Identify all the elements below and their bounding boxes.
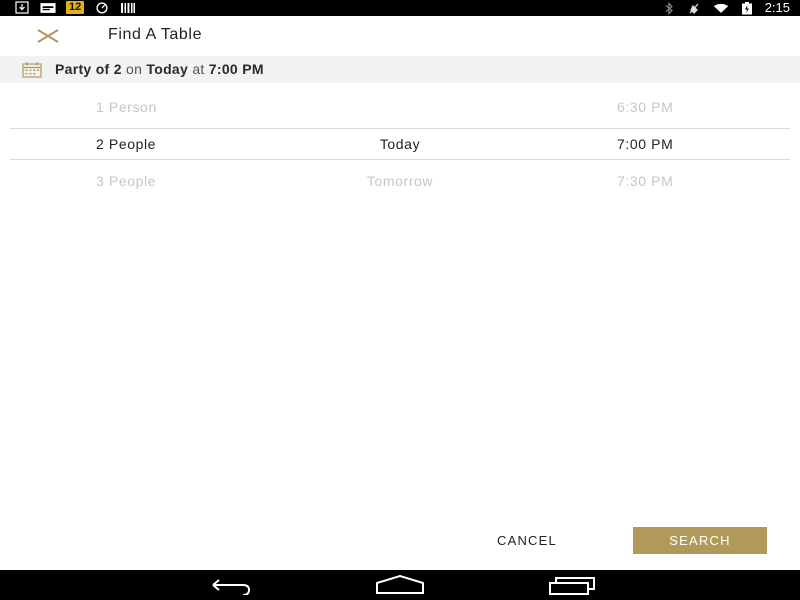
summary-on: on <box>126 61 143 77</box>
system-nav-bar <box>0 570 800 600</box>
status-bar-system: 2:15 <box>661 1 790 15</box>
close-button[interactable] <box>36 26 60 46</box>
summary-party: Party of 2 <box>55 61 122 77</box>
picker-people[interactable]: 1 Person <box>96 99 157 115</box>
summary-text: Party of 2 on Today at 7:00 PM <box>55 61 264 77</box>
picker-day[interactable]: Today <box>0 136 800 152</box>
picker-row[interactable]: 3 People Tomorrow 7:30 PM <box>0 162 800 199</box>
picker-day[interactable]: Tomorrow <box>0 173 800 189</box>
speedometer-icon <box>94 1 110 14</box>
picker-row-selected[interactable]: 2 People Today 7:00 PM <box>0 125 800 162</box>
card-icon <box>40 1 56 14</box>
recents-icon <box>548 577 598 599</box>
vibrate-icon <box>687 2 703 15</box>
nav-back-button[interactable] <box>205 575 255 596</box>
reservation-summary: Party of 2 on Today at 7:00 PM <box>0 56 800 83</box>
picker-time[interactable]: 7:00 PM <box>617 136 673 152</box>
calendar-icon <box>22 62 42 78</box>
nav-home-button[interactable] <box>375 574 425 595</box>
picker-time[interactable]: 6:30 PM <box>617 99 673 115</box>
selection-divider-bottom <box>10 159 790 160</box>
bluetooth-icon <box>661 1 677 15</box>
search-button[interactable]: SEARCH <box>633 527 767 554</box>
summary-day: Today <box>146 61 189 77</box>
notification-badge: 12 <box>66 1 85 14</box>
app-header: Find A Table <box>0 16 800 56</box>
status-bar-notifications: 12 <box>14 1 136 14</box>
barcode-icon <box>120 1 136 14</box>
page-title: Find A Table <box>108 26 203 43</box>
download-icon <box>14 1 30 14</box>
nav-recents-button[interactable] <box>548 575 598 595</box>
battery-icon <box>739 1 755 15</box>
close-icon <box>36 29 60 50</box>
status-bar: 12 2:15 <box>0 0 800 16</box>
picker-time[interactable]: 7:30 PM <box>617 173 673 189</box>
home-icon <box>375 574 425 599</box>
wifi-icon <box>713 2 729 15</box>
summary-time: 7:00 PM <box>208 61 264 77</box>
status-time: 2:15 <box>764 0 790 15</box>
summary-at: at <box>192 61 205 77</box>
picker-row[interactable]: 1 Person 6:30 PM <box>0 88 800 125</box>
back-icon <box>205 579 255 599</box>
cancel-button[interactable]: CANCEL <box>497 533 557 548</box>
